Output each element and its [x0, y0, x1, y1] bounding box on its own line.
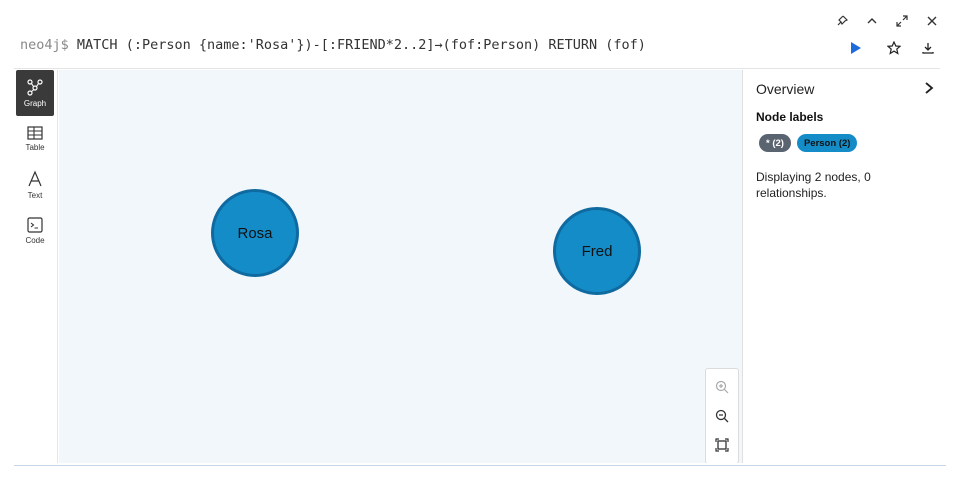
- favorite-button[interactable]: [884, 38, 904, 58]
- badge-all-labels[interactable]: * (2): [759, 134, 791, 152]
- graph-icon: [27, 79, 43, 96]
- graph-canvas[interactable]: Rosa Fred: [59, 70, 742, 463]
- graph-node[interactable]: Rosa: [211, 189, 299, 277]
- nav-text[interactable]: Text: [16, 162, 54, 208]
- nav-table[interactable]: Table: [16, 116, 54, 162]
- graph-node[interactable]: Fred: [553, 207, 641, 295]
- zoom-out-button[interactable]: [711, 405, 733, 427]
- download-button[interactable]: [918, 38, 938, 58]
- query-bar: neo4j$ MATCH (:Person {name:'Rosa'})-[:F…: [14, 25, 940, 69]
- nav-table-label: Table: [25, 143, 45, 152]
- nav-graph[interactable]: Graph: [16, 70, 54, 116]
- badge-person-label[interactable]: Person (2): [796, 134, 858, 152]
- download-icon: [922, 43, 934, 54]
- overview-toggle-button[interactable]: [922, 80, 936, 96]
- zoom-in-icon: [715, 381, 729, 394]
- node-label: Rosa: [237, 224, 273, 242]
- query-editor[interactable]: neo4j$ MATCH (:Person {name:'Rosa'})-[:F…: [20, 37, 646, 53]
- star-icon: [887, 41, 901, 55]
- node-label: Fred: [581, 242, 613, 260]
- display-summary: Displaying 2 nodes, 0 relationships.: [756, 170, 871, 200]
- node-labels-heading: Node labels: [756, 110, 824, 124]
- play-icon: [851, 42, 861, 54]
- view-switcher: Graph Table Text Code: [14, 70, 58, 463]
- table-icon: [27, 126, 43, 140]
- zoom-in-button[interactable]: [711, 376, 733, 398]
- fit-button[interactable]: [711, 434, 733, 456]
- zoom-out-icon: [715, 409, 729, 423]
- overview-title: Overview: [756, 81, 815, 97]
- nav-code[interactable]: Code: [16, 208, 54, 254]
- divider: [14, 465, 946, 466]
- text-icon: [28, 170, 42, 187]
- query-prompt: neo4j$: [20, 37, 69, 53]
- nav-code-label: Code: [25, 236, 45, 245]
- zoom-controls: [705, 368, 739, 463]
- node-label-badges: * (2) Person (2): [759, 134, 858, 152]
- query-text: MATCH (:Person {name:'Rosa'})-[:FRIEND*2…: [76, 37, 646, 53]
- run-button[interactable]: [846, 38, 866, 58]
- fit-icon: [715, 438, 729, 452]
- code-icon: [27, 217, 43, 233]
- nav-graph-label: Graph: [23, 99, 47, 108]
- chevron-right-icon: [925, 82, 934, 94]
- nav-text-label: Text: [27, 191, 43, 200]
- overview-panel: Overview Node labels * (2) Person (2) Di…: [742, 70, 946, 463]
